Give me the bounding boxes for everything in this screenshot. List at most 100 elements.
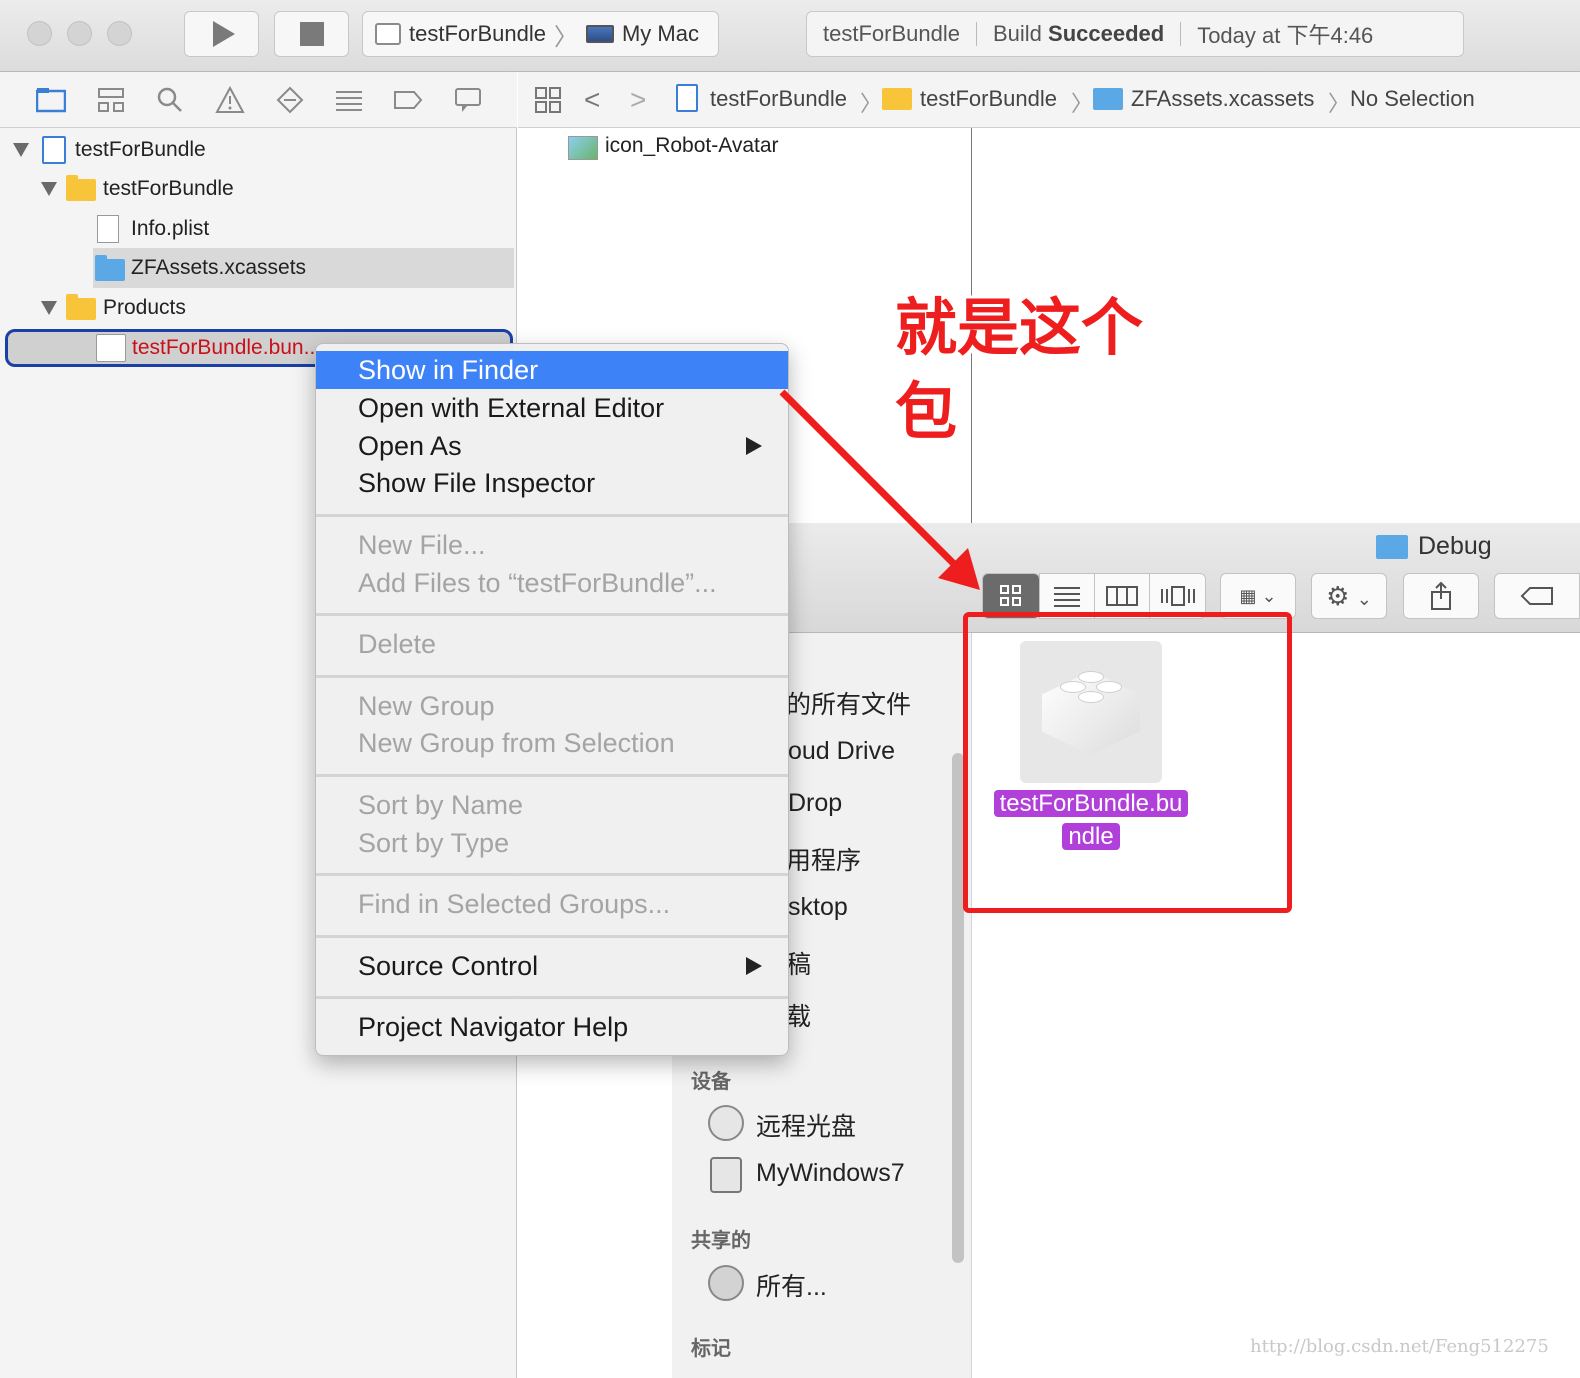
share-button[interactable] — [1403, 573, 1479, 619]
tree-row-products[interactable]: Products — [0, 288, 517, 328]
close-window-button[interactable] — [27, 21, 52, 46]
grid-icon — [1000, 585, 1021, 606]
status-time: Today at 下午4:46 — [1197, 23, 1374, 48]
activity-status: testForBundle Build Succeeded Today at 下… — [806, 11, 1464, 57]
tree-label-bundle: testForBundle.bun... — [132, 336, 322, 359]
status-project: testForBundle — [823, 21, 960, 46]
chevron-right-icon: 〉 — [860, 91, 883, 116]
menu-new-group: New Group — [358, 690, 495, 721]
tree-row-info-plist[interactable]: Info.plist — [0, 209, 517, 249]
asset-catalog-icon — [95, 255, 125, 281]
sidebar-documents[interactable]: 稿 — [786, 945, 811, 981]
folder-icon — [1376, 534, 1408, 559]
menu-sort-by-type: Sort by Type — [358, 827, 510, 858]
network-globe-icon — [708, 1265, 744, 1301]
forward-arrow-icon[interactable]: > — [630, 84, 646, 116]
optical-disc-icon — [708, 1105, 744, 1141]
gear-icon: ⚙ ⌄ — [1326, 580, 1372, 611]
sidebar-remote-disc[interactable]: 远程光盘 — [756, 1107, 856, 1143]
jump-crumb-project[interactable]: testForBundle — [710, 86, 847, 112]
xcode-project-icon — [676, 84, 698, 112]
menu-separator — [316, 935, 788, 938]
status-divider — [975, 22, 977, 46]
sidebar-header-shared: 共享的 — [691, 1230, 751, 1252]
find-navigator-icon[interactable] — [155, 86, 185, 114]
related-items-icon[interactable] — [534, 86, 562, 120]
menu-project-navigator-help[interactable]: Project Navigator Help — [316, 1008, 788, 1046]
destination-name: My Mac — [621, 21, 699, 46]
stop-icon — [299, 22, 324, 46]
list-icon — [1054, 587, 1080, 607]
menu-open-as[interactable]: Open As — [316, 427, 788, 465]
hard-drive-icon — [710, 1157, 742, 1193]
sidebar-header-devices: 设备 — [691, 1071, 731, 1093]
sidebar-airdrop[interactable]: Drop — [788, 789, 842, 818]
jump-crumb-selection[interactable]: No Selection — [1350, 86, 1475, 112]
sidebar-shared-all[interactable]: 所有... — [756, 1267, 827, 1303]
menu-separator — [316, 774, 788, 777]
report-navigator-icon[interactable] — [453, 86, 483, 114]
status-divider — [1180, 22, 1182, 46]
menu-separator — [316, 514, 788, 517]
jump-crumb-group[interactable]: testForBundle — [920, 86, 1057, 112]
action-button[interactable]: ⚙ ⌄ — [1311, 573, 1387, 619]
context-menu: Show in Finder Open with External Editor… — [315, 343, 789, 1056]
chevron-right-icon: 〉 — [553, 23, 578, 51]
bundle-file-icon — [96, 334, 126, 362]
debug-navigator-icon[interactable] — [334, 86, 364, 114]
symbol-navigator-icon[interactable] — [96, 86, 126, 114]
run-button[interactable] — [184, 11, 259, 57]
chevron-right-icon: 〉 — [1071, 91, 1094, 116]
arrange-icon: ▦ ⌄ — [1239, 585, 1277, 606]
menu-show-in-finder[interactable]: Show in Finder — [316, 351, 788, 389]
sidebar-downloads[interactable]: 载 — [786, 997, 811, 1033]
sidebar-all-files[interactable]: 的所有文件 — [786, 685, 911, 721]
disclosure-triangle-icon[interactable] — [13, 143, 29, 157]
disclosure-triangle-icon[interactable] — [41, 182, 57, 196]
folder-icon — [882, 88, 912, 110]
disclosure-triangle-icon[interactable] — [41, 301, 57, 315]
scheme-name: testForBundle — [409, 21, 546, 46]
tree-row-assets[interactable]: ZFAssets.xcassets — [93, 248, 514, 288]
sidebar-header-tags: 标记 — [691, 1338, 731, 1360]
image-set-icon — [568, 136, 598, 160]
mac-icon — [585, 25, 614, 43]
navigator-tab-bar — [0, 72, 517, 128]
play-icon — [212, 21, 235, 47]
menu-separator — [316, 613, 788, 616]
back-arrow-icon[interactable]: < — [584, 84, 600, 116]
menu-add-files: Add Files to “testForBundle”... — [358, 567, 717, 598]
menu-show-file-inspector[interactable]: Show File Inspector — [316, 464, 788, 502]
tree-row-project[interactable]: testForBundle — [0, 130, 517, 170]
sidebar-applications[interactable]: 用程序 — [786, 841, 861, 877]
scheme-icon — [375, 23, 401, 45]
asset-catalog-icon — [1093, 88, 1123, 110]
tree-row-group[interactable]: testForBundle — [0, 169, 517, 209]
watermark: http://blog.csdn.net/Feng512275 — [1250, 1336, 1549, 1357]
menu-new-group-from-selection: New Group from Selection — [358, 727, 675, 758]
scheme-selector[interactable]: testForBundle 〉 My Mac — [362, 11, 719, 57]
zoom-window-button[interactable] — [107, 21, 132, 46]
tree-label-group: testForBundle — [103, 177, 234, 200]
submenu-arrow-icon — [746, 957, 762, 975]
xcode-toolbar: testForBundle 〉 My Mac testForBundle Bui… — [0, 0, 1580, 72]
test-navigator-icon[interactable] — [275, 86, 305, 114]
tags-button[interactable] — [1494, 573, 1580, 619]
asset-item-label[interactable]: icon_Robot-Avatar — [605, 134, 779, 158]
breakpoint-navigator-icon[interactable] — [393, 86, 423, 114]
issue-navigator-icon[interactable] — [215, 86, 245, 114]
jump-crumb-assets[interactable]: ZFAssets.xcassets — [1131, 86, 1314, 112]
minimize-window-button[interactable] — [67, 21, 92, 46]
cover-flow-icon — [1160, 586, 1195, 606]
stop-button[interactable] — [274, 11, 349, 57]
menu-open-external-editor[interactable]: Open with External Editor — [316, 389, 788, 427]
sidebar-icloud-drive[interactable]: oud Drive — [788, 737, 895, 766]
menu-separator — [316, 873, 788, 876]
menu-separator — [316, 996, 788, 999]
tree-label-info-plist: Info.plist — [131, 217, 210, 240]
sidebar-desktop[interactable]: sktop — [788, 893, 848, 922]
sidebar-mywindows7[interactable]: MyWindows7 — [756, 1159, 905, 1188]
menu-source-control[interactable]: Source Control — [316, 947, 788, 985]
finder-title: Debug — [1376, 532, 1492, 561]
project-navigator-icon[interactable] — [36, 86, 66, 114]
